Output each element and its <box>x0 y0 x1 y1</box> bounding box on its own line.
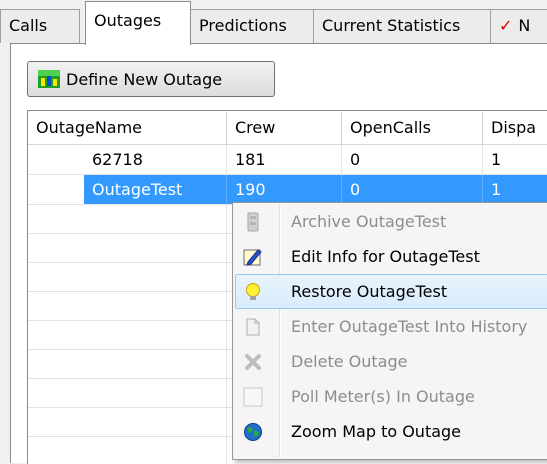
globe-icon <box>244 423 262 441</box>
archive-icon <box>247 212 259 232</box>
tab-current-statistics[interactable]: Current Statistics <box>313 9 491 43</box>
tab-predictions[interactable]: Predictions <box>190 9 314 43</box>
delete-icon <box>245 354 261 370</box>
menu-item-restore[interactable]: Restore OutageTest <box>235 274 547 309</box>
define-new-outage-button[interactable]: Define New Outage <box>27 61 275 97</box>
cell-crew: 181 <box>227 145 342 174</box>
edit-icon <box>243 249 262 266</box>
context-menu: Archive OutageTest Edit Info for OutageT… <box>232 202 547 460</box>
col-header-opencalls[interactable]: OpenCalls <box>342 111 483 145</box>
menu-item-enter-history[interactable]: Enter OutageTest Into History <box>235 309 547 344</box>
tab-outages[interactable]: Outages <box>85 1 191 45</box>
cell-opencalls: 0 <box>342 145 483 174</box>
document-icon <box>246 318 260 336</box>
column-divider <box>226 205 227 464</box>
menu-item-edit-info-label: Edit Info for OutageTest <box>291 247 480 266</box>
tab-predictions-label: Predictions <box>199 16 287 35</box>
cell-crew: 190 <box>227 175 342 204</box>
grid-header: OutageName Crew OpenCalls Dispa <box>28 111 547 145</box>
tab-current-statistics-label: Current Statistics <box>322 16 461 35</box>
flag-icon: ✓ <box>499 16 513 35</box>
tab-calls-label: Calls <box>9 16 48 35</box>
define-new-outage-label: Define New Outage <box>66 69 223 89</box>
col-header-dispatched[interactable]: Dispa <box>483 111 547 145</box>
tab-next[interactable]: ✓ N <box>490 9 547 43</box>
row-divider <box>28 174 547 175</box>
cell-dispatched: 1 <box>491 150 502 169</box>
menu-item-enter-history-label: Enter OutageTest Into History <box>291 317 528 336</box>
table-row[interactable]: 62718 181 0 1 <box>28 145 547 174</box>
menu-item-zoom-map[interactable]: Zoom Map to Outage <box>235 414 547 449</box>
menu-item-edit-info[interactable]: Edit Info for OutageTest <box>235 239 547 274</box>
col-header-outagename[interactable]: OutageName <box>28 111 227 145</box>
menu-item-delete-outage[interactable]: Delete Outage <box>235 344 547 379</box>
menu-item-poll-meters-label: Poll Meter(s) In Outage <box>291 387 475 406</box>
menu-item-zoom-map-label: Zoom Map to Outage <box>291 422 462 441</box>
tab-strip: Calls Outages Predictions Current Statis… <box>0 0 547 45</box>
define-outage-icon <box>38 70 60 88</box>
cell-dispatched: 1 <box>483 175 547 204</box>
menu-item-restore-label: Restore OutageTest <box>291 282 448 301</box>
menu-item-archive-label: Archive OutageTest <box>291 212 447 231</box>
col-header-crew[interactable]: Crew <box>227 111 342 145</box>
menu-item-archive[interactable]: Archive OutageTest <box>235 204 547 239</box>
table-row-selected[interactable]: OutageTest 190 0 1 <box>28 175 547 204</box>
menu-item-poll-meters[interactable]: Poll Meter(s) In Outage <box>235 379 547 414</box>
poll-icon <box>243 387 263 407</box>
menu-item-delete-outage-label: Delete Outage <box>291 352 408 371</box>
tab-calls[interactable]: Calls <box>0 9 80 43</box>
lightbulb-icon <box>246 283 260 300</box>
tab-outages-label: Outages <box>94 11 162 30</box>
cell-outagename: OutageTest <box>84 175 227 204</box>
tab-next-label: N <box>518 16 531 35</box>
cell-outagename: 62718 <box>28 145 227 174</box>
cell-opencalls: 0 <box>342 175 483 204</box>
